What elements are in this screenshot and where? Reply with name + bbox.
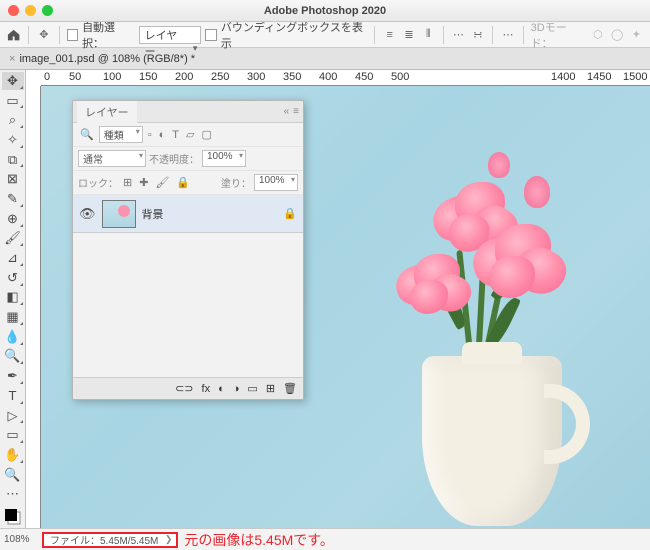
blend-mode-select[interactable]: 通常 bbox=[78, 150, 146, 167]
pen-tool[interactable]: ✒ bbox=[2, 367, 24, 385]
search-icon: 🔍 bbox=[78, 128, 96, 141]
layer-name[interactable]: 背景 bbox=[142, 206, 164, 222]
mode3d-icon: ✦ bbox=[629, 28, 644, 41]
new-layer-icon[interactable]: ⊞ bbox=[266, 382, 275, 395]
fill-label: 塗り： bbox=[221, 175, 251, 190]
panel-menu-icon[interactable]: ≡ bbox=[293, 106, 299, 117]
align-icon[interactable]: ≣ bbox=[401, 28, 416, 41]
auto-select-checkbox[interactable] bbox=[67, 29, 79, 41]
eraser-tool[interactable]: ◧ bbox=[2, 289, 24, 307]
layers-tab[interactable]: レイヤー bbox=[77, 101, 137, 123]
tab-close-icon[interactable]: × bbox=[9, 53, 15, 65]
horizontal-ruler: 0 50 100 150 200 250 300 350 400 450 500… bbox=[41, 70, 650, 86]
fill-input[interactable]: 100% bbox=[254, 174, 298, 191]
group-icon[interactable]: ▭ bbox=[247, 382, 257, 395]
tool-palette: ✥ ▭ ⌕ ✧ ⧉ ⊠ ✎ ⊕ 🖌 ⊿ ↺ ◧ ▦ 💧 🔍 ✒ T ▷ ▭ ✋ … bbox=[0, 70, 26, 528]
marquee-tool[interactable]: ▭ bbox=[2, 92, 24, 110]
lock-brush-icon[interactable]: 🖌 bbox=[153, 176, 171, 189]
distribute-icon[interactable]: ⋯ bbox=[451, 28, 466, 41]
document-tab-label: image_001.psd @ 108% (RGB/8*) * bbox=[19, 53, 195, 65]
opts-icon[interactable]: ⋯ bbox=[500, 28, 515, 41]
brush-tool[interactable]: 🖌 bbox=[2, 230, 24, 248]
frame-tool[interactable]: ⊠ bbox=[2, 170, 24, 188]
align-icon[interactable]: ≡ bbox=[382, 29, 397, 41]
adjustment-icon[interactable]: ◑ bbox=[233, 383, 240, 395]
zoom-level[interactable]: 108% bbox=[0, 534, 42, 545]
show-bbox-label: バウンディングボックスを表示 bbox=[221, 19, 367, 51]
healing-tool[interactable]: ⊕ bbox=[2, 210, 24, 228]
crop-tool[interactable]: ⧉ bbox=[2, 151, 24, 169]
panel-collapse-icon[interactable]: « bbox=[284, 106, 290, 117]
visibility-icon[interactable]: 👁 bbox=[79, 206, 96, 222]
color-swatch[interactable] bbox=[2, 505, 24, 528]
filter-smart-icon[interactable]: ▢ bbox=[199, 128, 213, 141]
annotation-text: 元の画像は5.45Mです。 bbox=[184, 530, 334, 550]
opacity-label: 不透明度： bbox=[149, 151, 199, 166]
blur-tool[interactable]: 💧 bbox=[2, 328, 24, 346]
file-info[interactable]: ファイル：5.45M/5.45M bbox=[42, 532, 178, 548]
lock-icon: 🔒 bbox=[283, 207, 297, 220]
history-brush-tool[interactable]: ↺ bbox=[2, 269, 24, 287]
move-tool[interactable]: ✥ bbox=[2, 72, 24, 90]
layer-row[interactable]: 👁 背景 🔒 bbox=[73, 195, 303, 233]
mask-icon[interactable]: ◐ bbox=[218, 383, 225, 395]
lock-position-icon[interactable]: ✚ bbox=[137, 176, 150, 189]
type-tool[interactable]: T bbox=[2, 387, 24, 405]
vase-image bbox=[422, 356, 562, 526]
fx-icon[interactable]: fx bbox=[202, 383, 211, 395]
dodge-tool[interactable]: 🔍 bbox=[2, 348, 24, 366]
align-icon[interactable]: ⫴ bbox=[421, 28, 436, 41]
opacity-input[interactable]: 100% bbox=[202, 150, 246, 167]
app-title: Adobe Photoshop 2020 bbox=[0, 5, 650, 17]
document-tab[interactable]: × image_001.psd @ 108% (RGB/8*) * bbox=[3, 53, 201, 65]
lock-label: ロック： bbox=[78, 175, 118, 190]
trash-icon[interactable]: 🗑 bbox=[283, 382, 297, 395]
filter-type-icon[interactable]: T bbox=[170, 129, 181, 141]
path-tool[interactable]: ▷ bbox=[2, 407, 24, 425]
layer-thumbnail[interactable] bbox=[102, 200, 136, 228]
filter-shape-icon[interactable]: ▱ bbox=[184, 128, 196, 141]
edit-toolbar[interactable]: ⋯ bbox=[2, 485, 24, 503]
layer-filter-select[interactable]: 種類 bbox=[99, 126, 143, 143]
layers-panel-footer: ⊂⊃ fx ◐ ◑ ▭ ⊞ 🗑 bbox=[73, 377, 303, 399]
eyedropper-tool[interactable]: ✎ bbox=[2, 190, 24, 208]
link-layers-icon[interactable]: ⊂⊃ bbox=[175, 382, 193, 395]
auto-select-target-select[interactable]: レイヤー bbox=[139, 26, 202, 44]
gradient-tool[interactable]: ▦ bbox=[2, 308, 24, 326]
stamp-tool[interactable]: ⊿ bbox=[2, 249, 24, 267]
magic-wand-tool[interactable]: ✧ bbox=[2, 131, 24, 149]
filter-adjust-icon[interactable]: ◐ bbox=[157, 129, 168, 141]
home-icon[interactable] bbox=[6, 27, 21, 43]
lock-all-icon[interactable]: 🔒 bbox=[174, 176, 192, 189]
status-bar: 108% ファイル：5.45M/5.45M 元の画像は5.45Mです。 bbox=[0, 528, 650, 550]
mode3d-icon: ◯ bbox=[609, 28, 624, 41]
options-bar: ✥ 自動選択： レイヤー バウンディングボックスを表示 ≡ ≣ ⫴ ⋯ ∺ ⋯ … bbox=[0, 22, 650, 48]
shape-tool[interactable]: ▭ bbox=[2, 426, 24, 444]
move-tool-icon: ✥ bbox=[36, 28, 51, 41]
hand-tool[interactable]: ✋ bbox=[2, 446, 24, 464]
distribute-icon[interactable]: ∺ bbox=[470, 28, 485, 41]
mode3d-icon: ⬡ bbox=[590, 28, 605, 41]
lasso-tool[interactable]: ⌕ bbox=[2, 111, 24, 129]
auto-select-label: 自動選択： bbox=[82, 19, 135, 51]
zoom-tool[interactable]: 🔍 bbox=[2, 466, 24, 484]
mode3d-label: 3Dモード： bbox=[531, 19, 587, 51]
lock-pixels-icon[interactable]: ⊞ bbox=[121, 176, 134, 189]
layers-panel[interactable]: レイヤー « ≡ 🔍 種類 ▫ ◐ T ▱ ▢ 通常 不透明度： 100% ロッ… bbox=[72, 100, 304, 400]
vertical-ruler bbox=[26, 86, 41, 528]
show-bbox-checkbox[interactable] bbox=[205, 29, 217, 41]
filter-pixel-icon[interactable]: ▫ bbox=[146, 129, 154, 141]
